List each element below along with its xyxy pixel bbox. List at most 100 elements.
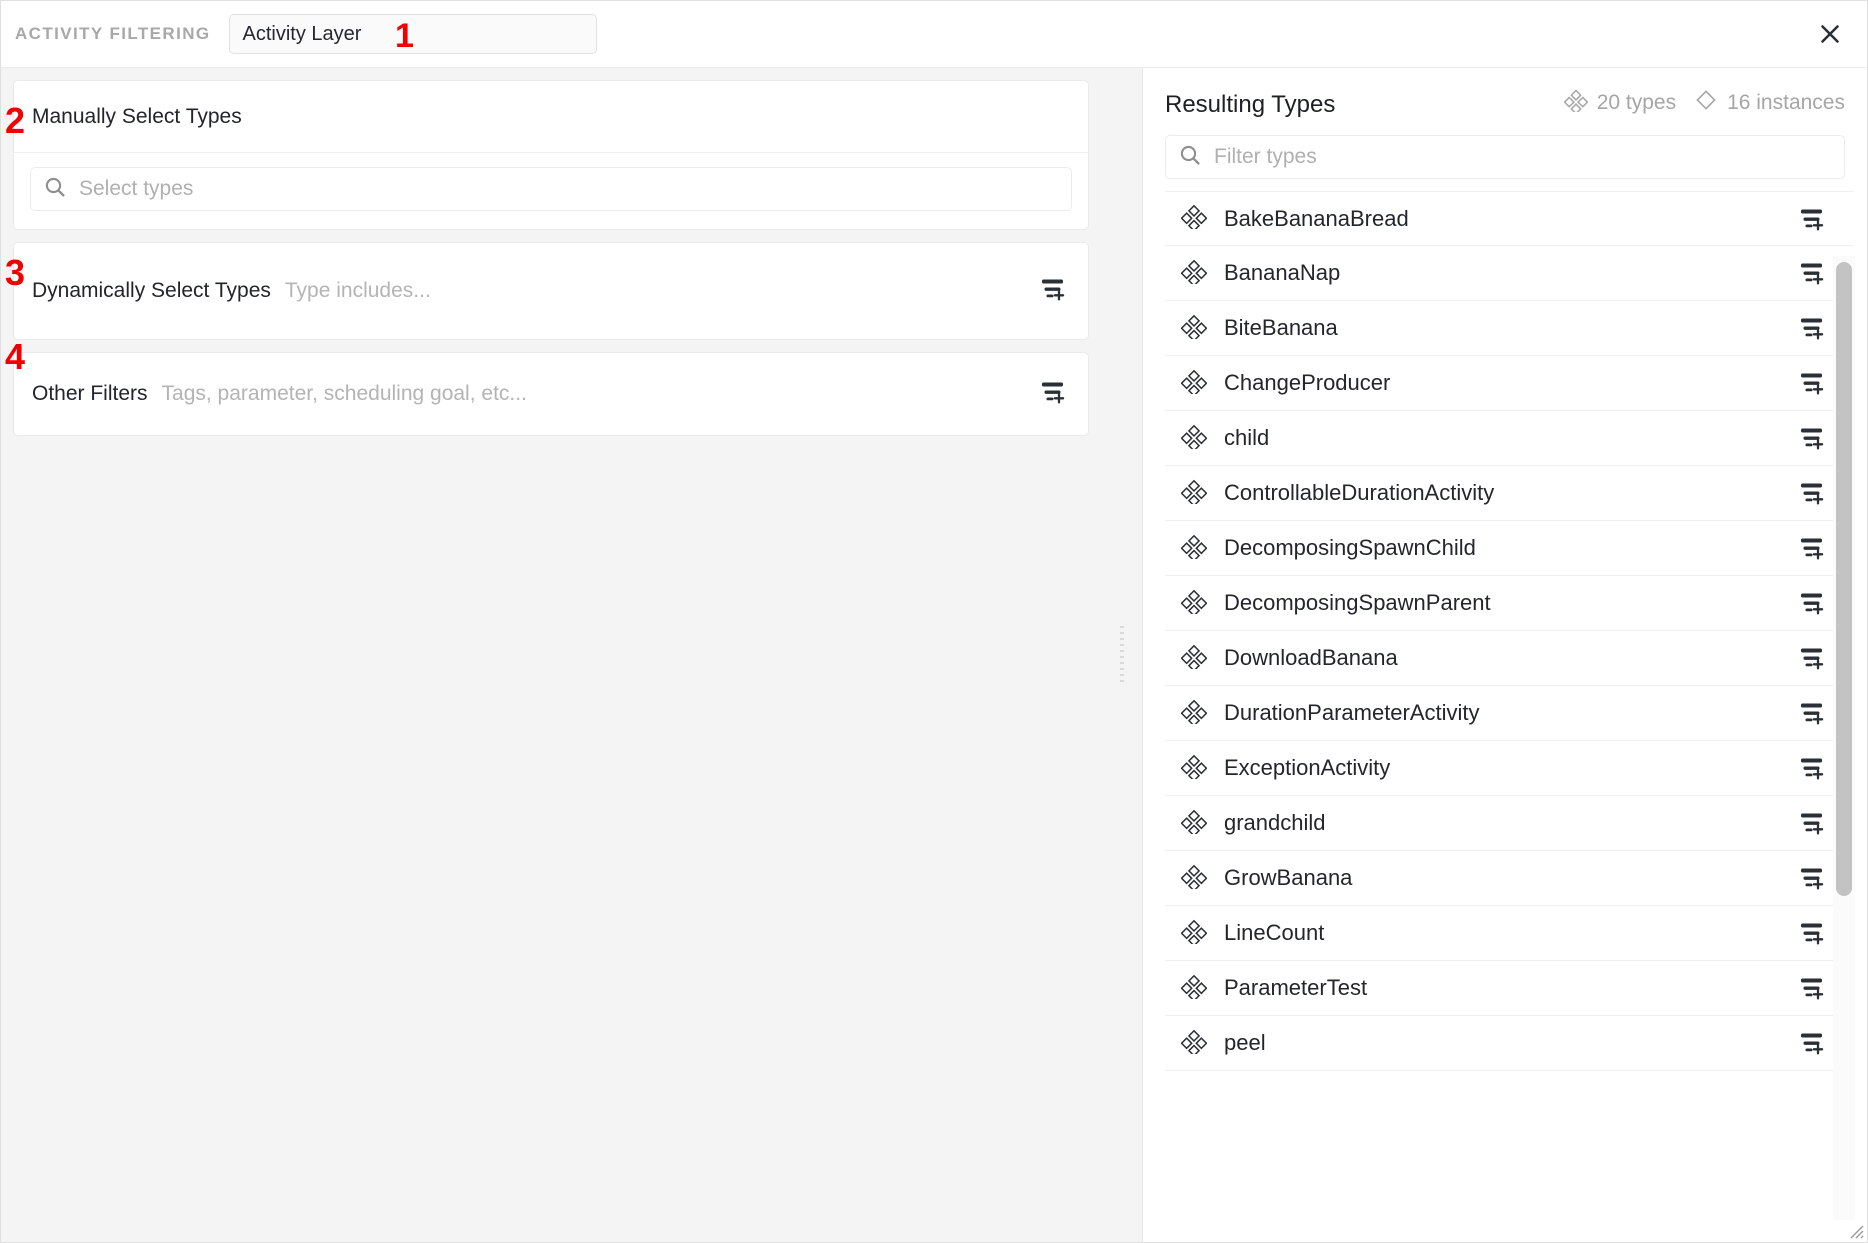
dialog-body: Manually Select Types Select types: [1, 68, 1867, 1242]
dialog-title: ACTIVITY FILTERING: [15, 24, 211, 44]
types-cluster-icon: [1181, 203, 1207, 234]
select-types-placeholder: Select types: [79, 177, 193, 201]
activity-layer-input[interactable]: Activity Layer: [229, 14, 597, 54]
types-cluster-icon: [1181, 368, 1207, 399]
other-add-filter-button[interactable]: [1036, 378, 1072, 410]
type-name-label: ChangeProducer: [1224, 370, 1795, 396]
table-row[interactable]: DecomposingSpawnParent: [1165, 576, 1853, 631]
instance-diamond-icon: [1694, 88, 1718, 118]
table-row[interactable]: GrowBanana: [1165, 851, 1853, 906]
types-cluster-icon: [1181, 258, 1207, 289]
select-types-input[interactable]: Select types: [30, 167, 1072, 211]
splitter-grip-icon: [1120, 626, 1124, 684]
table-row[interactable]: ControllableDurationActivity: [1165, 466, 1853, 521]
close-icon: [1819, 23, 1841, 45]
manually-select-types-title: Manually Select Types: [32, 105, 242, 129]
row-add-filter-button[interactable]: [1795, 477, 1831, 509]
resulting-types-panel: Resulting Types: [1143, 68, 1867, 1242]
type-name-label: grandchild: [1224, 810, 1795, 836]
resulting-types-stats: 20 types 16 instances: [1564, 88, 1845, 118]
dynamically-select-types-card: Dynamically Select Types Type includes..…: [13, 242, 1089, 340]
filter-types-placeholder: Filter types: [1214, 145, 1317, 169]
search-icon: [43, 175, 67, 204]
row-add-filter-button[interactable]: [1795, 587, 1831, 619]
type-name-label: BananaNap: [1224, 260, 1795, 286]
row-add-filter-button[interactable]: [1795, 203, 1831, 235]
types-count-stat: 20 types: [1564, 88, 1676, 118]
instances-count-label: 16 instances: [1727, 91, 1845, 115]
type-name-label: GrowBanana: [1224, 865, 1795, 891]
types-count-label: 20 types: [1597, 91, 1676, 115]
types-cluster-icon: [1181, 423, 1207, 454]
filter-types-input[interactable]: Filter types: [1165, 135, 1845, 179]
type-list-scrollbar[interactable]: [1833, 256, 1855, 1220]
types-cluster-icon: [1564, 88, 1588, 118]
row-add-filter-button[interactable]: [1795, 917, 1831, 949]
types-cluster-icon: [1181, 918, 1207, 949]
type-name-label: ControllableDurationActivity: [1224, 480, 1795, 506]
scrollbar-thumb[interactable]: [1836, 262, 1852, 896]
row-add-filter-button[interactable]: [1795, 257, 1831, 289]
manually-select-types-card: Manually Select Types Select types: [13, 80, 1089, 230]
row-add-filter-button[interactable]: [1795, 422, 1831, 454]
types-cluster-icon: [1181, 808, 1207, 839]
activity-filtering-dialog: ACTIVITY FILTERING Activity Layer 1 Manu…: [0, 0, 1868, 1243]
manually-select-types-header: Manually Select Types: [14, 81, 1088, 153]
resulting-types-list: BakeBananaBread BananaNap BiteBanana Change…: [1165, 191, 1853, 1242]
row-add-filter-button[interactable]: [1795, 642, 1831, 674]
dynamically-select-types-title: Dynamically Select Types: [32, 279, 271, 303]
table-row[interactable]: BakeBananaBread: [1165, 191, 1853, 246]
table-row[interactable]: BananaNap: [1165, 246, 1853, 301]
dynamically-select-types-placeholder: Type includes...: [285, 279, 1036, 303]
type-name-label: BiteBanana: [1224, 315, 1795, 341]
other-filters-row: Other Filters Tags, parameter, schedulin…: [14, 353, 1088, 435]
type-name-label: peel: [1224, 1030, 1795, 1056]
type-name-label: DecomposingSpawnChild: [1224, 535, 1795, 561]
panel-splitter[interactable]: [1101, 68, 1143, 1242]
dynamically-select-types-row: Dynamically Select Types Type includes..…: [14, 243, 1088, 339]
types-cluster-icon: [1181, 973, 1207, 1004]
row-add-filter-button[interactable]: [1795, 1027, 1831, 1059]
table-row[interactable]: BiteBanana: [1165, 301, 1853, 356]
types-cluster-icon: [1181, 588, 1207, 619]
dynamic-add-filter-button[interactable]: [1036, 275, 1072, 307]
type-name-label: ExceptionActivity: [1224, 755, 1795, 781]
search-icon: [1178, 143, 1202, 172]
table-row[interactable]: child: [1165, 411, 1853, 466]
type-name-label: child: [1224, 425, 1795, 451]
resize-handle[interactable]: [1845, 1220, 1865, 1240]
types-cluster-icon: [1181, 698, 1207, 729]
row-add-filter-button[interactable]: [1795, 532, 1831, 564]
type-name-label: DecomposingSpawnParent: [1224, 590, 1795, 616]
type-name-label: LineCount: [1224, 920, 1795, 946]
row-add-filter-button[interactable]: [1795, 752, 1831, 784]
row-add-filter-button[interactable]: [1795, 367, 1831, 399]
type-name-label: DownloadBanana: [1224, 645, 1795, 671]
type-name-label: ParameterTest: [1224, 975, 1795, 1001]
table-row[interactable]: peel: [1165, 1016, 1853, 1071]
table-row[interactable]: ParameterTest: [1165, 961, 1853, 1016]
filter-add-icon: [1039, 379, 1069, 410]
resulting-types-header: Resulting Types: [1143, 68, 1867, 119]
types-cluster-icon: [1181, 313, 1207, 344]
table-row[interactable]: DurationParameterActivity: [1165, 686, 1853, 741]
type-name-label: BakeBananaBread: [1224, 206, 1795, 232]
row-add-filter-button[interactable]: [1795, 697, 1831, 729]
row-add-filter-button[interactable]: [1795, 312, 1831, 344]
table-row[interactable]: DownloadBanana: [1165, 631, 1853, 686]
close-button[interactable]: [1815, 19, 1845, 49]
table-row[interactable]: grandchild: [1165, 796, 1853, 851]
table-row[interactable]: ExceptionActivity: [1165, 741, 1853, 796]
filter-add-icon: [1039, 276, 1069, 307]
row-add-filter-button[interactable]: [1795, 972, 1831, 1004]
table-row[interactable]: ChangeProducer: [1165, 356, 1853, 411]
table-row[interactable]: LineCount: [1165, 906, 1853, 961]
activity-layer-value: Activity Layer: [243, 23, 362, 46]
table-row[interactable]: DecomposingSpawnChild: [1165, 521, 1853, 576]
row-add-filter-button[interactable]: [1795, 862, 1831, 894]
types-cluster-icon: [1181, 478, 1207, 509]
instances-count-stat: 16 instances: [1694, 88, 1845, 118]
manually-select-types-body: Select types: [14, 153, 1088, 229]
row-add-filter-button[interactable]: [1795, 807, 1831, 839]
other-filters-title: Other Filters: [32, 382, 148, 406]
